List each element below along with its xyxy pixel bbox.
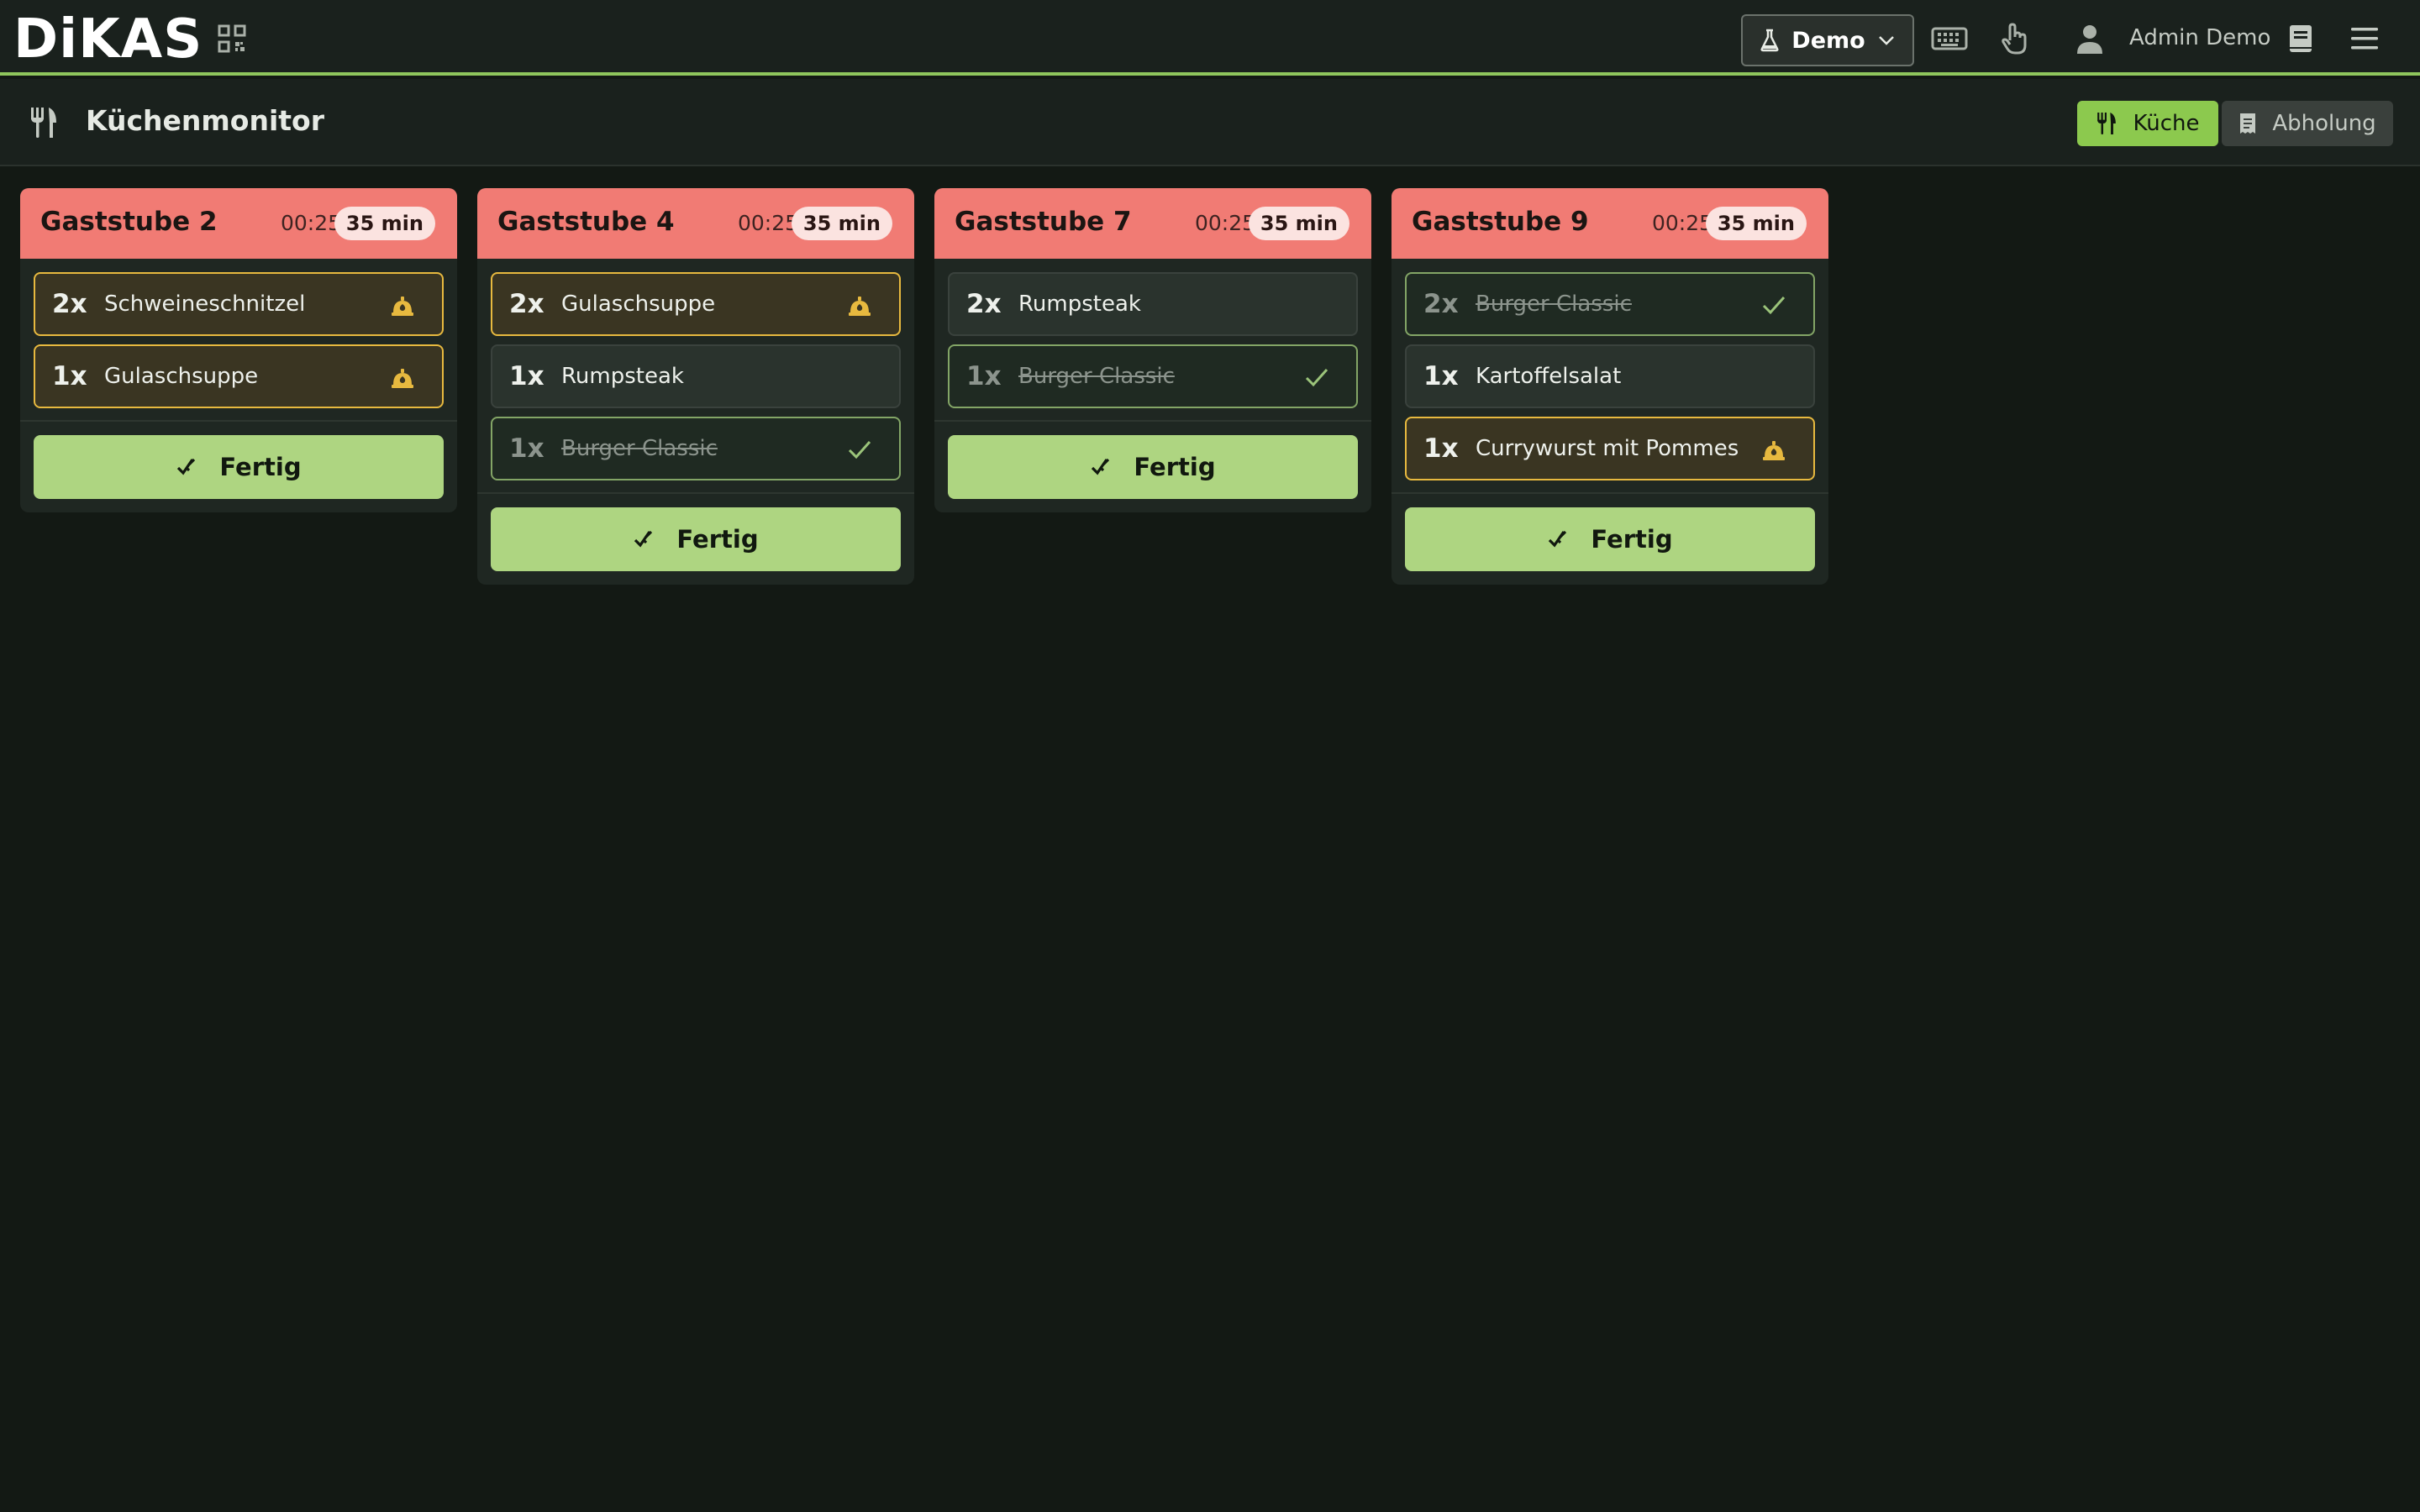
order-item[interactable]: 1x Burger Classic	[948, 344, 1358, 408]
order-item[interactable]: 2x Burger Classic	[1405, 272, 1815, 336]
cooking-pot-icon	[392, 297, 413, 316]
keyboard-icon[interactable]	[1931, 22, 1968, 55]
receipt-icon	[2240, 113, 2256, 134]
order-item[interactable]: 1x Burger Classic	[491, 417, 901, 480]
check-icon	[1305, 369, 1328, 387]
item-quantity: 1x	[1423, 433, 1459, 464]
item-name: Kartoffelsalat	[1476, 364, 1622, 389]
finish-order-label: Fertig	[676, 525, 759, 554]
cooking-pot-icon	[392, 369, 413, 388]
finish-order-button[interactable]: Fertig	[948, 435, 1358, 499]
item-quantity: 1x	[1423, 361, 1459, 391]
item-name: Rumpsteak	[1018, 291, 1141, 317]
order-time: 00:25	[737, 211, 798, 235]
double-check-icon	[634, 530, 653, 548]
finish-order-label: Fertig	[1591, 525, 1673, 554]
touch-icon[interactable]	[2000, 22, 2030, 55]
item-name: Schweineschnitzel	[104, 291, 306, 317]
flask-icon	[1760, 29, 1779, 52]
order-time: 00:25	[1651, 211, 1712, 235]
page-header: Küchenmonitor Küche Abholung	[0, 79, 2420, 166]
item-name: Burger Classic	[561, 436, 718, 461]
cooking-pot-icon	[1763, 441, 1785, 460]
double-check-icon	[1092, 458, 1110, 475]
user-icon[interactable]	[2075, 22, 2104, 55]
order-card: Gaststube 2 00:25 35 min 2x Schweineschnitze…	[20, 188, 457, 512]
item-name: Gulaschsuppe	[104, 364, 259, 389]
order-time: 00:25	[280, 211, 341, 235]
order-card-footer: Fertig	[477, 492, 914, 585]
order-card-header: Gaststube 4 00:25 35 min	[477, 188, 914, 259]
order-items-list: 2x Burger Classic 1x Kartoffelsalat 1x Curry…	[1392, 259, 1828, 480]
order-item[interactable]: 2x Gulaschsuppe	[491, 272, 901, 336]
tab-pickup[interactable]: Abholung	[2222, 101, 2393, 146]
order-table-name: Gaststube 4	[497, 207, 675, 237]
order-item[interactable]: 1x Rumpsteak	[491, 344, 901, 408]
order-table-name: Gaststube 9	[1412, 207, 1589, 237]
cooking-pot-icon	[849, 297, 871, 316]
item-quantity: 1x	[509, 433, 544, 464]
check-icon	[1762, 297, 1786, 315]
order-item[interactable]: 1x Currywurst mit Pommes	[1405, 417, 1815, 480]
chevron-down-icon	[1878, 36, 1894, 45]
order-item[interactable]: 2x Schweineschnitzel	[34, 272, 444, 336]
tab-kitchen[interactable]: Küche	[2077, 101, 2218, 146]
order-table-name: Gaststube 7	[955, 207, 1132, 237]
order-items-list: 2x Schweineschnitzel 1x Gulaschsuppe	[20, 259, 457, 408]
elapsed-badge: 35 min	[791, 207, 892, 240]
order-card: Gaststube 7 00:25 35 min 2x Rumpsteak 1x Burge…	[934, 188, 1371, 512]
double-check-icon	[177, 458, 196, 475]
qr-code-icon[interactable]	[217, 24, 247, 54]
elapsed-badge: 35 min	[334, 207, 435, 240]
order-card-footer: Fertig	[1392, 492, 1828, 585]
elapsed-badge: 35 min	[1248, 207, 1349, 240]
elapsed-badge: 35 min	[1705, 207, 1807, 240]
item-quantity: 2x	[966, 289, 1002, 319]
finish-order-button[interactable]: Fertig	[34, 435, 444, 499]
order-table-name: Gaststube 2	[40, 207, 218, 237]
environment-select[interactable]: Demo	[1741, 14, 1914, 66]
book-icon[interactable]	[2287, 22, 2314, 55]
order-item[interactable]: 1x Gulaschsuppe	[34, 344, 444, 408]
order-items-list: 2x Gulaschsuppe 1x Rumpsteak 1x Burger Class…	[477, 259, 914, 480]
item-quantity: 1x	[52, 361, 87, 391]
order-card-footer: Fertig	[934, 420, 1371, 512]
order-card: Gaststube 9 00:25 35 min 2x Burger Classic 1…	[1392, 188, 1828, 585]
menu-icon[interactable]	[2349, 22, 2380, 55]
finish-order-button[interactable]: Fertig	[1405, 507, 1815, 571]
order-card-header: Gaststube 7 00:25 35 min	[934, 188, 1371, 259]
order-card-footer: Fertig	[20, 420, 457, 512]
tab-pickup-label: Abholung	[2272, 111, 2376, 136]
top-bar: DiKAS Demo Admin Demo	[0, 0, 2420, 76]
finish-order-label: Fertig	[1134, 453, 1216, 481]
user-name[interactable]: Admin Demo	[2129, 25, 2270, 50]
finish-order-label: Fertig	[219, 453, 302, 481]
order-card-header: Gaststube 2 00:25 35 min	[20, 188, 457, 259]
cutlery-icon	[2097, 113, 2117, 134]
item-quantity: 2x	[52, 289, 87, 319]
order-items-list: 2x Rumpsteak 1x Burger Classic	[934, 259, 1371, 408]
order-time: 00:25	[1194, 211, 1255, 235]
item-name: Burger Classic	[1018, 364, 1175, 389]
order-item[interactable]: 2x Rumpsteak	[948, 272, 1358, 336]
tab-kitchen-label: Küche	[2133, 111, 2200, 136]
app-logo[interactable]: DiKAS	[13, 12, 203, 67]
order-card: Gaststube 4 00:25 35 min 2x Gulaschsuppe 1x R…	[477, 188, 914, 585]
page-title: Küchenmonitor	[86, 104, 324, 137]
item-name: Rumpsteak	[561, 364, 684, 389]
check-icon	[848, 441, 871, 459]
item-name: Currywurst mit Pommes	[1476, 436, 1739, 461]
item-quantity: 2x	[1423, 289, 1459, 319]
item-name: Gulaschsuppe	[561, 291, 716, 317]
item-quantity: 2x	[509, 289, 544, 319]
cutlery-icon	[31, 108, 56, 138]
double-check-icon	[1549, 530, 1567, 548]
item-quantity: 1x	[966, 361, 1002, 391]
finish-order-button[interactable]: Fertig	[491, 507, 901, 571]
environment-label: Demo	[1791, 27, 1865, 54]
order-item[interactable]: 1x Kartoffelsalat	[1405, 344, 1815, 408]
order-card-header: Gaststube 9 00:25 35 min	[1392, 188, 1828, 259]
item-quantity: 1x	[509, 361, 544, 391]
item-name: Burger Classic	[1476, 291, 1632, 317]
